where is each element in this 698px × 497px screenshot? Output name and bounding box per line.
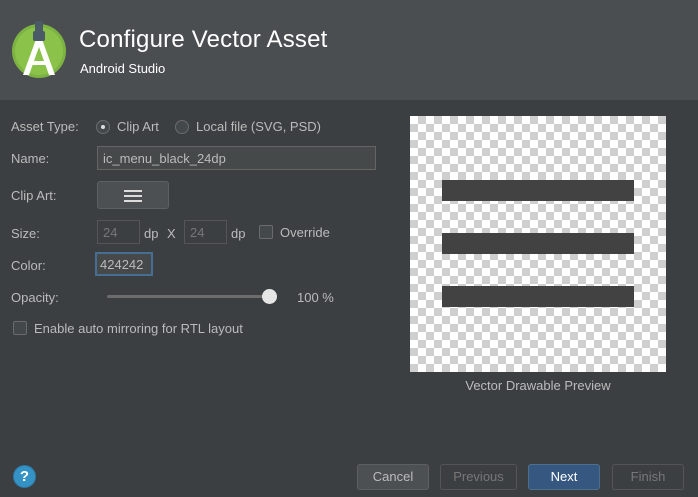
opacity-slider-thumb[interactable] [262, 289, 277, 304]
dialog-header: Configure Vector Asset Android Studio [0, 0, 698, 100]
color-label: Color: [11, 258, 46, 273]
radio-local-file[interactable] [175, 120, 189, 134]
preview-bar [442, 233, 634, 254]
opacity-value: 100 % [297, 290, 334, 305]
size-width-unit: dp [144, 226, 159, 241]
size-width-input[interactable] [97, 220, 140, 244]
radio-clip-art-label[interactable]: Clip Art [117, 119, 159, 134]
rtl-checkbox[interactable] [13, 321, 27, 335]
clip-art-label: Clip Art: [11, 188, 57, 203]
radio-clip-art[interactable] [96, 120, 110, 134]
cancel-button[interactable]: Cancel [357, 464, 429, 490]
opacity-label: Opacity: [11, 290, 59, 305]
vector-preview [410, 116, 666, 372]
previous-button[interactable]: Previous [440, 464, 517, 490]
override-checkbox[interactable] [259, 225, 273, 239]
name-label: Name: [11, 151, 50, 166]
finish-button[interactable]: Finish [612, 464, 684, 490]
size-height-unit: dp [231, 226, 246, 241]
preview-caption: Vector Drawable Preview [465, 378, 611, 393]
preview-bar [442, 180, 634, 201]
size-separator: X [167, 226, 176, 241]
dialog-subtitle: Android Studio [80, 61, 166, 76]
size-height-input[interactable] [184, 220, 227, 244]
preview-bar [442, 286, 634, 307]
override-label[interactable]: Override [280, 225, 330, 240]
clip-art-button[interactable] [97, 181, 169, 209]
asset-type-label: Asset Type: [11, 119, 79, 134]
hamburger-menu-icon [124, 190, 142, 202]
name-input[interactable] [97, 146, 376, 170]
android-studio-logo-icon [12, 21, 66, 78]
next-button[interactable]: Next [528, 464, 600, 490]
radio-local-file-label[interactable]: Local file (SVG, PSD) [196, 119, 321, 134]
rtl-label[interactable]: Enable auto mirroring for RTL layout [34, 321, 243, 336]
help-icon[interactable]: ? [13, 465, 36, 488]
size-label: Size: [11, 226, 40, 241]
color-input[interactable] [95, 252, 153, 276]
opacity-slider-track[interactable] [107, 295, 271, 298]
dialog-title: Configure Vector Asset [79, 26, 328, 53]
